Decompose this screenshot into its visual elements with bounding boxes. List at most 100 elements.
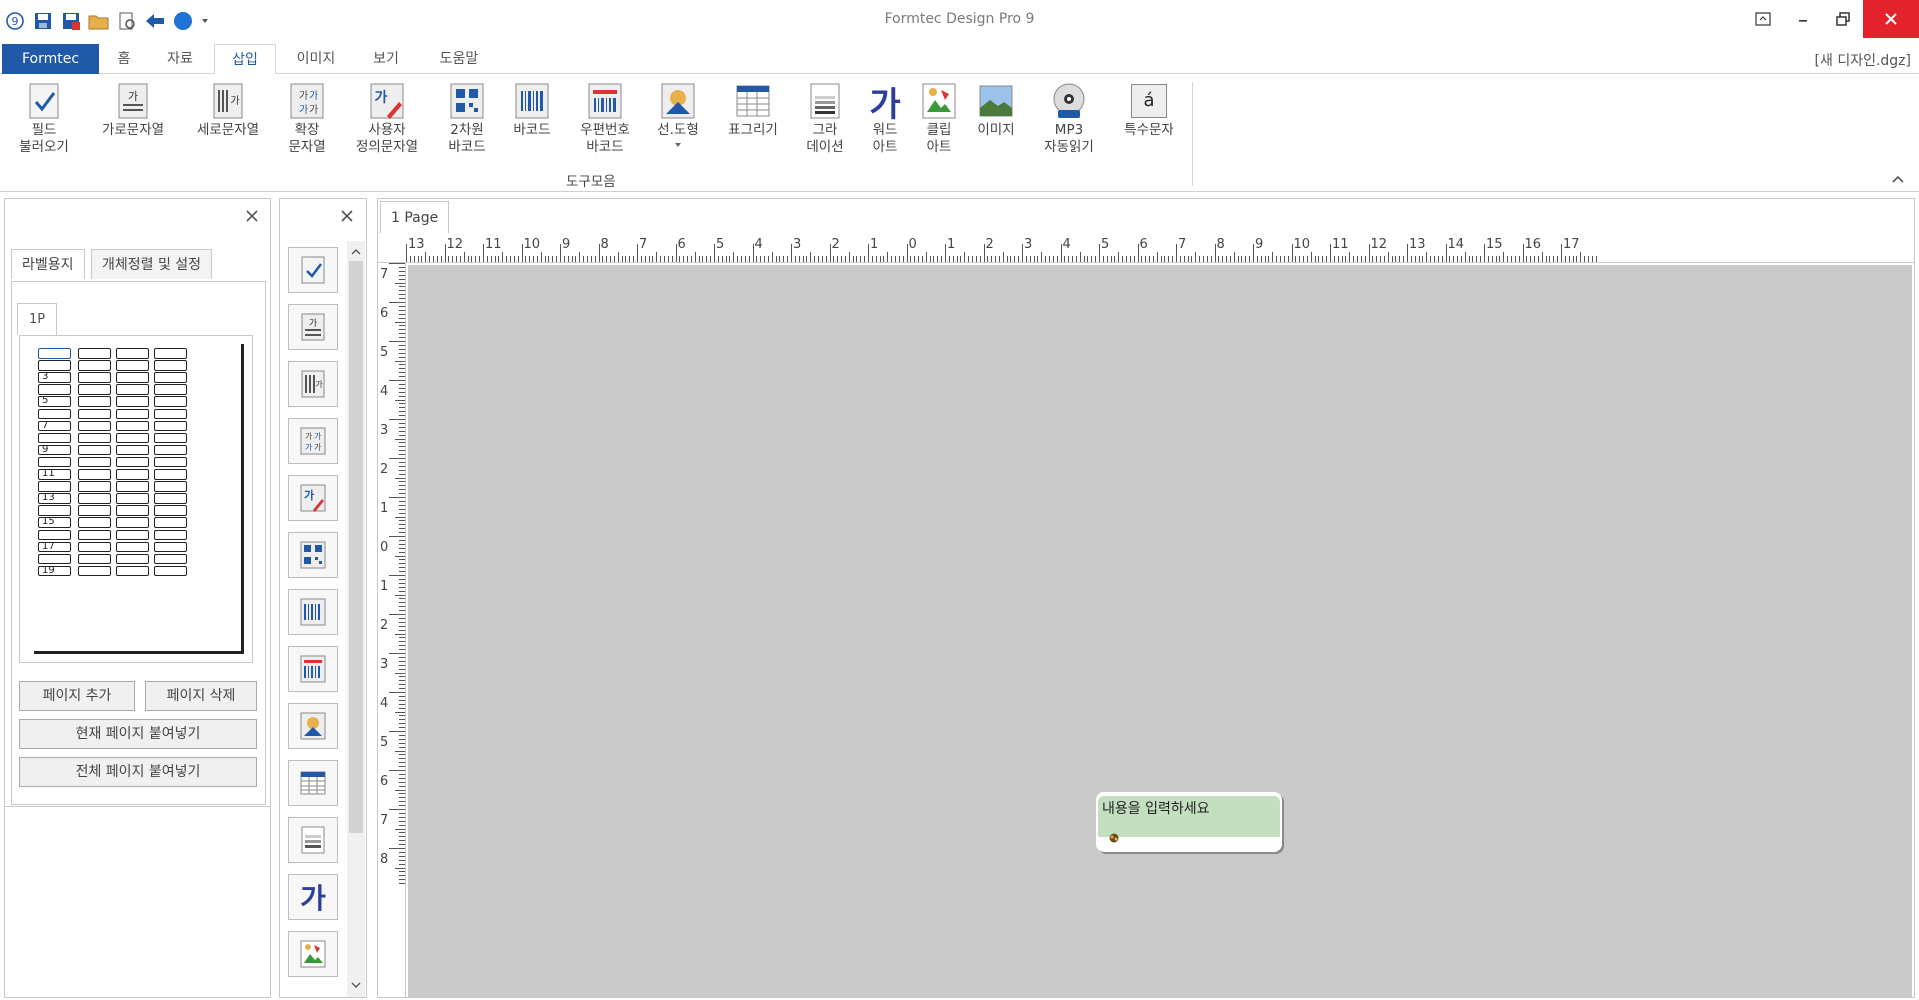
label-cell[interactable] bbox=[154, 553, 187, 565]
label-cell[interactable] bbox=[154, 360, 187, 371]
mp3-reading-button[interactable]: MP3 자동읽기 bbox=[1032, 80, 1106, 156]
shape-dropdown-icon[interactable] bbox=[674, 137, 682, 152]
label-cell[interactable] bbox=[38, 505, 71, 516]
label-cell[interactable] bbox=[154, 408, 187, 419]
label-cell[interactable] bbox=[116, 517, 149, 528]
barcode-button[interactable]: 바코드 bbox=[506, 80, 558, 139]
scroll-down-icon[interactable] bbox=[351, 978, 361, 993]
add-page-button[interactable]: 페이지 추가 bbox=[19, 681, 135, 711]
field-load-button[interactable]: 필드 불러오기 bbox=[12, 80, 76, 156]
label-cell[interactable] bbox=[116, 348, 149, 359]
label-cell[interactable] bbox=[78, 456, 111, 468]
label-cell[interactable] bbox=[78, 396, 111, 407]
label-cell[interactable] bbox=[154, 396, 187, 407]
label-cell[interactable] bbox=[154, 432, 187, 444]
label-cell[interactable] bbox=[78, 432, 111, 444]
ribbon-display-icon[interactable] bbox=[1743, 0, 1783, 38]
label-cell[interactable] bbox=[116, 444, 149, 456]
tab-image[interactable]: 이미지 bbox=[284, 44, 348, 74]
strip-shape-button[interactable] bbox=[288, 703, 338, 749]
tab-insert[interactable]: 삽입 bbox=[214, 44, 276, 75]
label-cell[interactable] bbox=[116, 396, 149, 407]
clip-art-button[interactable]: 클립 아트 bbox=[914, 80, 964, 156]
delete-page-button[interactable]: 페이지 삭제 bbox=[145, 681, 257, 711]
horizontal-text-button[interactable]: 가 가로문자열 bbox=[94, 80, 172, 139]
label-cell[interactable] bbox=[78, 553, 111, 565]
label-cell[interactable] bbox=[38, 529, 71, 540]
design-canvas[interactable]: 내용을 입력하세요 bbox=[408, 265, 1912, 997]
label-cell[interactable] bbox=[154, 481, 187, 492]
label-cell[interactable] bbox=[78, 493, 111, 504]
label-cell[interactable] bbox=[154, 420, 187, 432]
label-cell[interactable] bbox=[116, 565, 149, 577]
label-cell[interactable] bbox=[78, 469, 111, 480]
tab-label-paper[interactable]: 라벨용지 bbox=[11, 249, 85, 279]
strip-gradation-button[interactable] bbox=[288, 817, 338, 863]
paste-all-pages-button[interactable]: 전체 페이지 붙여넣기 bbox=[19, 757, 257, 787]
label-cell[interactable] bbox=[78, 360, 111, 371]
label-cell[interactable] bbox=[116, 372, 149, 383]
label-cell[interactable] bbox=[38, 553, 71, 565]
strip-postal-barcode-button[interactable] bbox=[288, 646, 338, 692]
extended-text-button[interactable]: 가가가가 확장 문자열 bbox=[280, 80, 334, 156]
strip-table-button[interactable] bbox=[288, 760, 338, 806]
scroll-up-icon[interactable] bbox=[351, 245, 361, 260]
label-cell[interactable] bbox=[154, 348, 187, 359]
special-char-button[interactable]: á 특수문자 bbox=[1114, 80, 1184, 139]
close-strip-icon[interactable] bbox=[340, 207, 354, 228]
label-cell[interactable] bbox=[116, 505, 149, 516]
label-cell[interactable] bbox=[78, 529, 111, 540]
strip-word-art-button[interactable]: 가 bbox=[288, 874, 338, 920]
strip-field-load-button[interactable] bbox=[288, 247, 338, 293]
label-sheet-preview[interactable]: 3 5 7 9 11 13 15 17 19 bbox=[34, 344, 244, 654]
collapse-ribbon-icon[interactable] bbox=[1891, 172, 1905, 188]
label-cell[interactable] bbox=[116, 408, 149, 419]
label-cell[interactable] bbox=[116, 529, 149, 540]
label-cell[interactable] bbox=[154, 372, 187, 383]
strip-barcode-2d-button[interactable] bbox=[288, 532, 338, 578]
close-panel-icon[interactable] bbox=[245, 207, 259, 228]
strip-horizontal-text-button[interactable]: 가 bbox=[288, 304, 338, 350]
strip-user-text-button[interactable]: 가 bbox=[288, 475, 338, 521]
label-cell[interactable] bbox=[78, 372, 111, 383]
label-cell[interactable] bbox=[116, 493, 149, 504]
label-cell[interactable] bbox=[78, 565, 111, 577]
label-cell[interactable] bbox=[116, 432, 149, 444]
tab-help[interactable]: 도움말 bbox=[428, 44, 490, 74]
label-cell[interactable] bbox=[116, 481, 149, 492]
label-cell[interactable] bbox=[116, 420, 149, 432]
page-tab-1p[interactable]: 1P bbox=[17, 303, 57, 335]
gradation-button[interactable]: 그라 데이션 bbox=[798, 80, 852, 156]
label-cell[interactable] bbox=[154, 529, 187, 540]
label-cell[interactable] bbox=[38, 408, 71, 419]
label-cell[interactable] bbox=[116, 469, 149, 480]
postal-barcode-button[interactable]: 우편번호 바코드 bbox=[570, 80, 640, 156]
label-cell[interactable] bbox=[154, 565, 187, 577]
restore-icon[interactable] bbox=[1823, 0, 1863, 38]
user-defined-text-button[interactable]: 가 사용자 정의문자열 bbox=[346, 80, 428, 156]
label-placeholder-text[interactable]: 내용을 입력하세요 bbox=[1102, 798, 1210, 818]
label-cell[interactable] bbox=[78, 517, 111, 528]
strip-clip-art-button[interactable] bbox=[288, 931, 338, 977]
shape-button[interactable]: 선.도형 bbox=[650, 80, 706, 152]
label-cell[interactable] bbox=[38, 432, 71, 444]
scroll-thumb[interactable] bbox=[349, 261, 363, 833]
label-cell[interactable] bbox=[154, 456, 187, 468]
strip-extended-text-button[interactable]: 가가가가 bbox=[288, 418, 338, 464]
label-cell[interactable] bbox=[78, 444, 111, 456]
paste-current-page-button[interactable]: 현재 페이지 붙여넣기 bbox=[19, 719, 257, 749]
tab-home[interactable]: 홈 bbox=[106, 44, 142, 74]
label-cell[interactable] bbox=[78, 420, 111, 432]
label-cell[interactable] bbox=[154, 517, 187, 528]
label-cell[interactable] bbox=[78, 481, 111, 492]
label-cell[interactable] bbox=[38, 360, 71, 371]
label-object[interactable]: 내용을 입력하세요 bbox=[1096, 792, 1282, 852]
image-button[interactable]: 이미지 bbox=[970, 80, 1022, 139]
label-cell[interactable] bbox=[116, 456, 149, 468]
tab-object-align[interactable]: 개체정렬 및 설정 bbox=[91, 249, 213, 279]
label-cell[interactable] bbox=[38, 456, 71, 468]
label-cell[interactable] bbox=[78, 348, 111, 359]
close-icon[interactable] bbox=[1863, 0, 1919, 38]
strip-barcode-button[interactable] bbox=[288, 589, 338, 635]
vertical-text-button[interactable]: 가 세로문자열 bbox=[188, 80, 268, 139]
